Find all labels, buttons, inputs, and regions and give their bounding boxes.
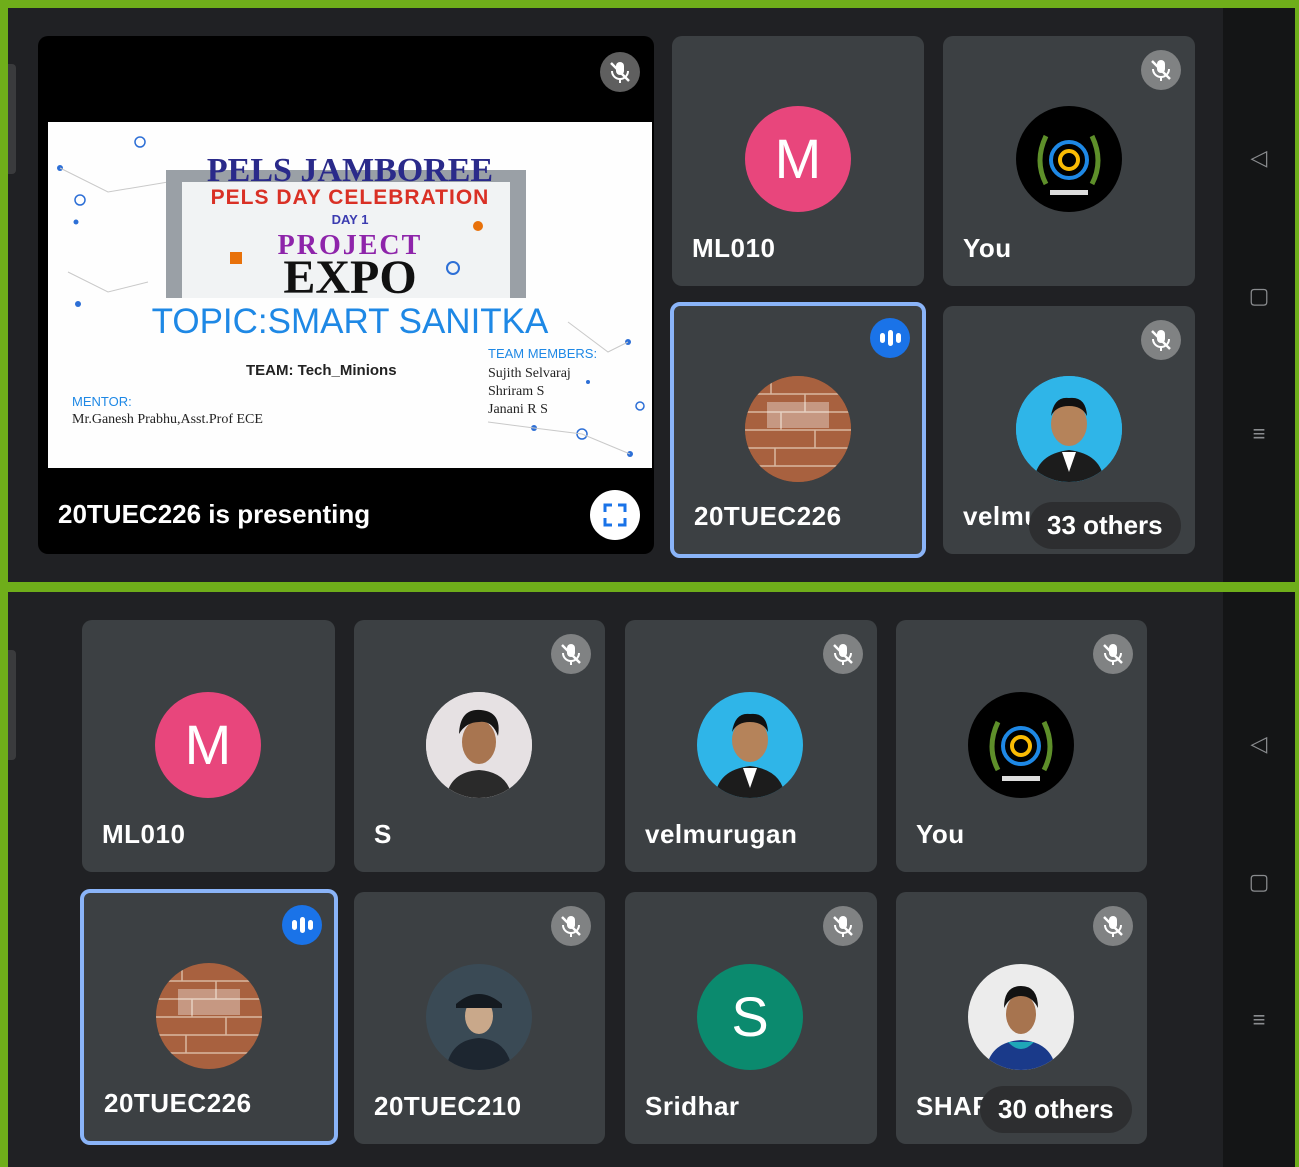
avatar: M: [745, 106, 851, 212]
mic-off-icon: [551, 906, 591, 946]
back-icon[interactable]: ◁: [1247, 146, 1271, 170]
slide-member: Sujith Selvaraj: [488, 366, 571, 381]
slide-team: TEAM: Tech_Minions: [246, 362, 397, 379]
brick-wall-avatar: [745, 376, 851, 482]
speaking-indicator-icon: [870, 318, 910, 358]
participant-tile-speaking[interactable]: 20TUEC226: [80, 889, 338, 1145]
system-nav-bar: ◁ ▢ ≡: [1223, 592, 1295, 1167]
slide-mentor: Mr.Ganesh Prabhu,Asst.Prof ECE: [72, 412, 263, 427]
person-photo-avatar: [968, 964, 1074, 1070]
mic-off-icon: [1141, 320, 1181, 360]
recents-icon[interactable]: ≡: [1247, 1008, 1271, 1032]
participant-tile[interactable]: M ML010: [672, 36, 924, 286]
fullscreen-icon: [603, 503, 627, 527]
others-count-badge[interactable]: 30 others: [980, 1086, 1132, 1133]
participant-name: velmurugan: [645, 819, 798, 849]
participant-name: You: [963, 233, 1012, 263]
person-photo-avatar: [697, 692, 803, 798]
slide-expo: EXPO: [283, 251, 417, 304]
avatar: M: [155, 692, 261, 798]
participant-tile[interactable]: velmurugan: [625, 620, 877, 872]
participant-tile[interactable]: You: [943, 36, 1195, 286]
slide-members-title: TEAM MEMBERS:: [488, 346, 598, 361]
participant-tile[interactable]: You: [896, 620, 1147, 872]
participant-tile[interactable]: 20TUEC210: [354, 892, 605, 1144]
participant-name: ML010: [102, 819, 186, 849]
participant-tile[interactable]: S Sridhar: [625, 892, 877, 1144]
edge-handle[interactable]: [8, 64, 16, 174]
participant-tile-speaking[interactable]: 20TUEC226: [670, 302, 926, 558]
participant-name: 20TUEC210: [374, 1091, 522, 1121]
mic-off-icon: [551, 634, 591, 674]
participant-tile[interactable]: SHAR 30 others: [896, 892, 1147, 1144]
emblem-logo-avatar: [968, 692, 1074, 798]
presentation-tile[interactable]: PELS JAMBOREE PELS DAY CELEBRATION DAY 1…: [38, 36, 654, 554]
participant-name: Sridhar: [645, 1091, 740, 1121]
brick-wall-avatar: [156, 963, 262, 1069]
mic-off-icon: [823, 906, 863, 946]
participant-name: You: [916, 819, 965, 849]
mic-off-icon: [600, 52, 640, 92]
meet-screen-top: PELS JAMBOREE PELS DAY CELEBRATION DAY 1…: [8, 8, 1295, 582]
mic-off-icon: [1093, 906, 1133, 946]
slide-member: Shriram S: [488, 384, 545, 399]
home-icon[interactable]: ▢: [1247, 284, 1271, 308]
others-count-badge[interactable]: 33 others: [1029, 502, 1181, 549]
participant-name: ML010: [692, 233, 776, 263]
participant-tile[interactable]: velmu 33 others: [943, 306, 1195, 554]
mic-off-icon: [823, 634, 863, 674]
person-photo-avatar: [426, 964, 532, 1070]
slide-member: Janani R S: [488, 402, 548, 417]
participant-name: 20TUEC226: [104, 1088, 252, 1118]
slide-subtitle: PELS DAY CELEBRATION: [210, 186, 490, 209]
edge-handle[interactable]: [8, 650, 16, 760]
participant-name: S: [374, 819, 392, 849]
meet-screen-bottom: M ML010 S velmurugan You 20TUEC226 20TUE…: [8, 592, 1295, 1167]
person-photo-avatar: [426, 692, 532, 798]
mic-off-icon: [1093, 634, 1133, 674]
system-nav-bar: ◁ ▢ ≡: [1223, 8, 1295, 582]
participant-tile[interactable]: S: [354, 620, 605, 872]
slide-day: DAY 1: [331, 212, 369, 227]
slide-title: PELS JAMBOREE: [206, 152, 494, 189]
avatar: S: [697, 964, 803, 1070]
emblem-logo-avatar: [1016, 106, 1122, 212]
mic-off-icon: [1141, 50, 1181, 90]
slide-mentor-title: MENTOR:: [72, 394, 132, 409]
speaking-indicator-icon: [282, 905, 322, 945]
participant-name: 20TUEC226: [694, 501, 842, 531]
presenting-label: 20TUEC226 is presenting: [58, 499, 371, 529]
presentation-slide: PELS JAMBOREE PELS DAY CELEBRATION DAY 1…: [48, 122, 652, 468]
fullscreen-button[interactable]: [590, 490, 640, 540]
participant-tile[interactable]: M ML010: [82, 620, 335, 872]
home-icon[interactable]: ▢: [1247, 870, 1271, 894]
person-photo-avatar: [1016, 376, 1122, 482]
slide-topic: TOPIC:SMART SANITKA: [151, 302, 549, 341]
back-icon[interactable]: ◁: [1247, 732, 1271, 756]
recents-icon[interactable]: ≡: [1247, 422, 1271, 446]
